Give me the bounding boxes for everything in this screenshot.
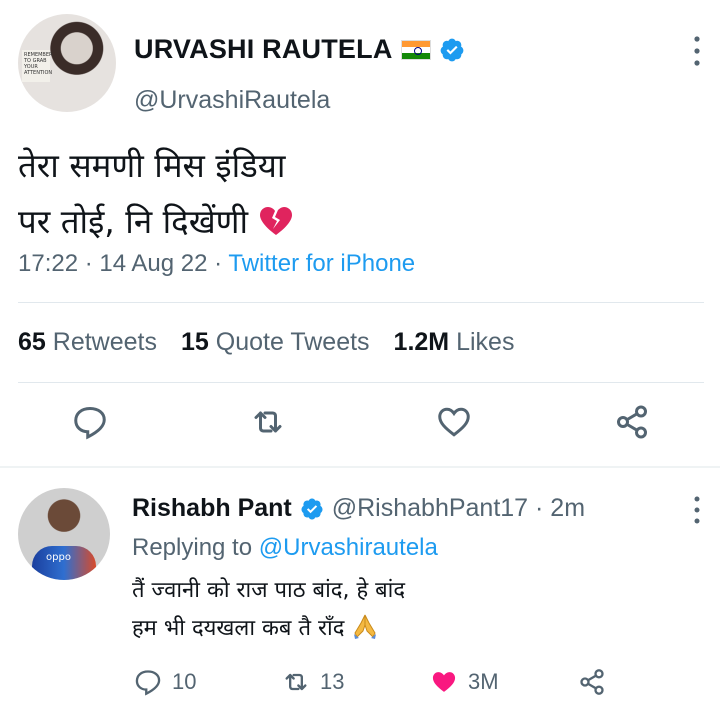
likes-label: Likes	[456, 328, 515, 356]
reply-action[interactable]: 10	[134, 668, 196, 696]
jersey-text: oppo	[46, 552, 71, 563]
more-vertical-icon[interactable]	[690, 494, 704, 526]
main-tweet: REMEMBER TO GRAB YOUR ATTENTION URVASHI …	[0, 0, 720, 466]
like-icon	[432, 672, 456, 692]
retweet-icon	[285, 673, 307, 691]
reply-avatar[interactable]: oppo	[18, 488, 110, 580]
reply-text-line-1: तैं ज्वानी को राज पाठ बांद, हे बांद	[132, 578, 406, 603]
broken-heart-icon	[259, 207, 292, 235]
likes-stat[interactable]: 1.2M Likes	[394, 328, 515, 357]
tweet-source[interactable]: Twitter for iPhone	[228, 250, 415, 277]
tweet-stats: 65 Retweets 15 Quote Tweets 1.2M Likes	[18, 328, 514, 357]
tweet-meta: 17:22 · 14 Aug 22 · Twitter for iPhone	[18, 250, 415, 278]
verified-icon	[440, 38, 463, 61]
retweet-action[interactable]: 13	[282, 668, 344, 696]
like-action[interactable]: 3M	[430, 668, 499, 696]
replying-to: Replying to @Urvashirautela	[132, 534, 438, 562]
avatar[interactable]: REMEMBER TO GRAB YOUR ATTENTION	[18, 14, 116, 112]
retweets-label: Retweets	[52, 328, 157, 356]
pray-icon	[354, 614, 377, 639]
tweet-timestamp[interactable]: 17:22 · 14 Aug 22 ·	[18, 250, 228, 277]
india-flag-icon	[400, 39, 431, 60]
like-icon[interactable]	[436, 404, 472, 440]
tweet-text-line-2-text: पर तोई, नि दिखेंणी	[18, 202, 249, 241]
likes-count: 1.2M	[393, 328, 450, 356]
reply-icon[interactable]	[72, 404, 108, 440]
author-name[interactable]: URVASHI RAUTELA	[134, 34, 393, 65]
replying-mention[interactable]: @Urvashirautela	[259, 534, 438, 561]
author-handle[interactable]: @UrvashiRautela	[134, 86, 330, 115]
divider	[18, 302, 704, 303]
replying-prefix: Replying to	[132, 534, 259, 561]
like-count: 3M	[468, 669, 499, 694]
reply-count: 10	[172, 669, 197, 694]
quotes-count: 15	[180, 328, 209, 356]
retweet-icon[interactable]	[250, 404, 286, 440]
retweet-count: 13	[320, 669, 345, 694]
avatar-badge: REMEMBER TO GRAB YOUR ATTENTION	[22, 50, 52, 82]
jersey-image: oppo	[32, 546, 96, 580]
tweet-text-line-2: पर तोई, नि दिखेंणी	[18, 194, 293, 250]
quotes-label: Quote Tweets	[215, 328, 370, 356]
retweets-count: 65	[18, 328, 46, 356]
more-vertical-icon[interactable]	[690, 34, 704, 68]
tweet-text-line-1: तेरा समणी मिस इंडिया	[18, 146, 286, 185]
reply-header: Rishabh Pant @RishabhPant17 · 2m	[132, 494, 585, 523]
divider	[18, 382, 704, 383]
retweets-stat[interactable]: 65 Retweets	[18, 328, 157, 357]
tweet-text: तेरा समणी मिस इंडिया पर तोई, नि दिखेंणी	[18, 138, 293, 250]
share-icon	[580, 669, 604, 695]
share-action[interactable]	[578, 668, 606, 696]
author-name-row: URVASHI RAUTELA	[134, 34, 465, 65]
reply-text-line-2: हम भी दयखला कब तै राँद	[132, 610, 405, 648]
reply-text-line-2-text: हम भी दयखला कब तै राँद	[132, 616, 345, 641]
reply-text: तैं ज्वानी को राज पाठ बांद, हे बांद हम भ…	[132, 572, 405, 648]
reply-author-name[interactable]: Rishabh Pant	[132, 494, 292, 523]
reply-handle-time[interactable]: @RishabhPant17 · 2m	[332, 494, 585, 523]
quotes-stat[interactable]: 15 Quote Tweets	[181, 328, 370, 357]
verified-icon	[301, 498, 323, 519]
reply-icon	[135, 670, 161, 696]
share-icon[interactable]	[614, 404, 650, 440]
reply-tweet: oppo Rishabh Pant @RishabhPant17 · 2m Re…	[0, 468, 720, 720]
